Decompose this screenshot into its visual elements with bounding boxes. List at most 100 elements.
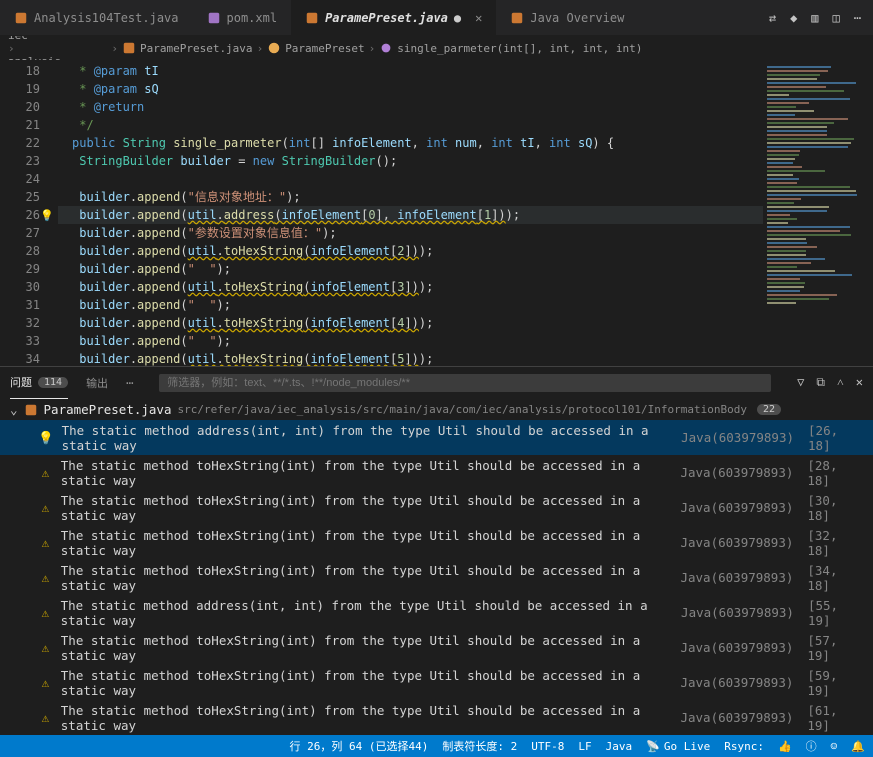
tab-output-label: 输出 bbox=[86, 375, 108, 391]
breadcrumb-file[interactable]: ParamePreset.java bbox=[140, 42, 253, 55]
lightbulb-icon[interactable]: 💡 bbox=[40, 207, 54, 225]
code-line[interactable]: builder.append(" "); bbox=[58, 332, 763, 350]
bottom-panel: 问题 114 输出 ⋯ ▽ ⧉ ˄ ✕ ⌄ ParamePreset.java … bbox=[0, 366, 873, 735]
tab-output[interactable]: 输出 bbox=[86, 375, 108, 391]
code-line[interactable]: */ bbox=[58, 116, 763, 134]
editor-tab[interactable]: ParamePreset.java ● ✕ bbox=[291, 0, 496, 35]
lightbulb-icon: 💡 bbox=[38, 430, 54, 446]
status-bell-icon[interactable]: 🔔 bbox=[851, 740, 865, 753]
split-icon[interactable]: ▥ bbox=[811, 11, 818, 25]
collapse-icon[interactable]: ˄ bbox=[837, 375, 844, 390]
line-gutter: 181920212223242526💡2728293031323334 bbox=[0, 60, 58, 366]
status-encoding[interactable]: UTF-8 bbox=[531, 740, 564, 753]
problems-file-row[interactable]: ⌄ ParamePreset.java src/refer/java/iec_a… bbox=[0, 399, 873, 420]
breadcrumb-class[interactable]: ParamePreset bbox=[285, 42, 364, 55]
xml-icon bbox=[207, 11, 221, 25]
problem-row[interactable]: 💡The static method address(int, int) fro… bbox=[0, 420, 873, 455]
code-line[interactable]: * @return bbox=[58, 98, 763, 116]
problem-location: [30, 18] bbox=[807, 493, 863, 523]
code-editor[interactable]: 181920212223242526💡2728293031323334 * @p… bbox=[0, 60, 873, 366]
problem-source: Java(603979893) bbox=[680, 710, 793, 725]
status-feedback-icon[interactable]: ☺ bbox=[831, 740, 838, 753]
editor-actions: ⇄ ◆ ▥ ◫ ⋯ bbox=[769, 11, 873, 25]
code-line[interactable]: builder.append("参数设置对象信息值："); bbox=[58, 224, 763, 242]
code-line[interactable]: builder.append("信息对象地址："); bbox=[58, 188, 763, 206]
layout-icon[interactable]: ◫ bbox=[833, 11, 840, 25]
broadcast-icon: 📡 bbox=[646, 740, 660, 753]
code-line[interactable]: public String single_parmeter(int[] info… bbox=[58, 134, 763, 152]
editor-tab[interactable]: Java Overview bbox=[496, 0, 638, 35]
close-icon[interactable]: ✕ bbox=[475, 11, 482, 25]
status-cursor[interactable]: 行 26，列 64 (已选择44) bbox=[290, 738, 429, 754]
status-language[interactable]: Java bbox=[606, 740, 633, 753]
problem-source: Java(603979893) bbox=[680, 535, 793, 550]
modified-dot-icon: ● bbox=[454, 11, 461, 25]
problem-row[interactable]: ⚠The static method address(int, int) fro… bbox=[0, 595, 873, 630]
editor-tabs-bar: Analysis104Test.java pom.xml ParamePreset.… bbox=[0, 0, 873, 36]
status-info-icon[interactable]: ⓘ bbox=[806, 738, 817, 754]
problem-row[interactable]: ⚠The static method toHexString(int) from… bbox=[0, 560, 873, 595]
code-line[interactable]: builder.append(util.toHexString(infoElem… bbox=[58, 278, 763, 296]
code-line[interactable]: builder.append(util.toHexString(infoElem… bbox=[58, 350, 763, 366]
status-golive[interactable]: 📡Go Live bbox=[646, 740, 710, 753]
close-panel-icon[interactable]: ✕ bbox=[856, 375, 863, 390]
problem-row[interactable]: ⚠The static method toHexString(int) from… bbox=[0, 630, 873, 665]
filter-icon[interactable]: ▽ bbox=[797, 375, 804, 390]
java-icon bbox=[510, 11, 524, 25]
problem-row[interactable]: ⚠The static method toHexString(int) from… bbox=[0, 455, 873, 490]
problem-row[interactable]: ⚠The static method toHexString(int) from… bbox=[0, 525, 873, 560]
editor-tab[interactable]: Analysis104Test.java bbox=[0, 0, 193, 35]
panel-more-icon[interactable]: ⋯ bbox=[126, 376, 133, 390]
run-icon[interactable]: ◆ bbox=[790, 11, 797, 25]
more-icon[interactable]: ⋯ bbox=[854, 11, 861, 25]
tab-label: ParamePreset.java bbox=[325, 11, 448, 25]
panel-tabs: 问题 114 输出 ⋯ ▽ ⧉ ˄ ✕ bbox=[0, 367, 873, 399]
java-file-icon bbox=[24, 403, 38, 417]
filter-input[interactable] bbox=[159, 374, 771, 392]
warning-icon: ⚠ bbox=[38, 535, 53, 550]
tab-problems[interactable]: 问题 114 bbox=[10, 367, 68, 399]
tab-problems-label: 问题 bbox=[10, 374, 32, 390]
problem-row[interactable]: ⚠The static method toHexString(int) from… bbox=[0, 665, 873, 700]
minimap[interactable] bbox=[763, 60, 873, 366]
status-tabsize[interactable]: 制表符长度: 2 bbox=[442, 738, 517, 754]
panel-actions: ▽ ⧉ ˄ ✕ bbox=[797, 375, 863, 390]
problem-source: Java(603979893) bbox=[680, 465, 793, 480]
copy-icon[interactable]: ⧉ bbox=[816, 375, 825, 390]
status-eol[interactable]: LF bbox=[578, 740, 591, 753]
editor-tab[interactable]: pom.xml bbox=[193, 0, 292, 35]
breadcrumb[interactable]: va › com › iec › analysis › protocol101 … bbox=[0, 36, 873, 60]
warning-icon: ⚠ bbox=[38, 675, 53, 690]
code-line[interactable]: builder.append(util.toHexString(infoElem… bbox=[58, 242, 763, 260]
tab-label: Analysis104Test.java bbox=[34, 11, 179, 25]
code-line[interactable]: * @param sQ bbox=[58, 80, 763, 98]
compare-icon[interactable]: ⇄ bbox=[769, 11, 776, 25]
problem-location: [55, 19] bbox=[808, 598, 863, 628]
status-thumbsup-icon[interactable]: 👍 bbox=[778, 740, 792, 753]
tab-label: pom.xml bbox=[227, 11, 278, 25]
code-line[interactable]: builder.append(" "); bbox=[58, 260, 763, 278]
code-line[interactable]: builder.append(" "); bbox=[58, 296, 763, 314]
problem-source: Java(603979893) bbox=[681, 430, 794, 445]
tab-label: Java Overview bbox=[530, 11, 624, 25]
code-line[interactable] bbox=[58, 170, 763, 188]
problems-file-count: 22 bbox=[757, 404, 781, 415]
code-line[interactable]: StringBuilder builder = new StringBuilde… bbox=[58, 152, 763, 170]
problem-row[interactable]: ⚠The static method toHexString(int) from… bbox=[0, 490, 873, 525]
code-line[interactable]: * @param tI bbox=[58, 62, 763, 80]
warning-icon: ⚠ bbox=[38, 605, 53, 620]
code-line[interactable]: builder.append(util.toHexString(infoElem… bbox=[58, 314, 763, 332]
status-bar: 行 26，列 64 (已选择44) 制表符长度: 2 UTF-8 LF Java… bbox=[0, 735, 873, 757]
status-rsync[interactable]: Rsync: bbox=[724, 740, 764, 753]
problem-message: The static method toHexString(int) from … bbox=[61, 563, 673, 593]
breadcrumb-segment[interactable]: iec bbox=[8, 36, 107, 42]
problem-message: The static method toHexString(int) from … bbox=[61, 703, 673, 733]
code-line[interactable]: builder.append(util.address(infoElement[… bbox=[58, 206, 763, 224]
problem-location: [34, 18] bbox=[807, 563, 863, 593]
breadcrumb-method[interactable]: single_parmeter(int[], int, int, int) bbox=[397, 42, 642, 55]
code-content[interactable]: * @param tI * @param sQ * @return */publ… bbox=[58, 60, 763, 366]
java-icon bbox=[305, 11, 319, 25]
warning-icon: ⚠ bbox=[38, 640, 53, 655]
chevron-down-icon[interactable]: ⌄ bbox=[10, 402, 18, 417]
problem-row[interactable]: ⚠The static method toHexString(int) from… bbox=[0, 700, 873, 735]
